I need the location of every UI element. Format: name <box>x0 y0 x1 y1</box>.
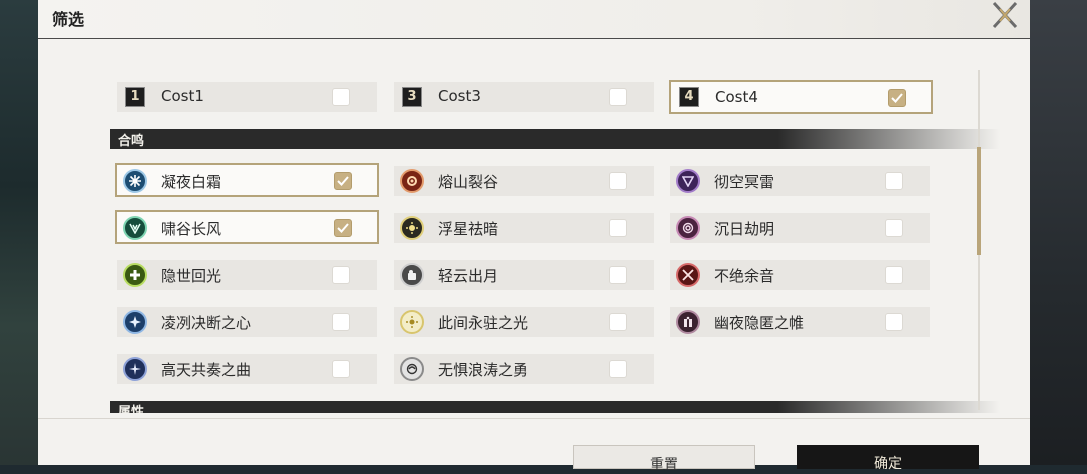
sonata-option[interactable]: 浮星祛暗 <box>394 213 654 243</box>
cost-option-1[interactable]: 1 Cost1 <box>117 82 377 112</box>
option-label: Cost3 <box>438 87 481 105</box>
cost-badge: 3 <box>402 87 422 107</box>
cost-badge: 4 <box>679 87 699 107</box>
panel-header: 筛选 <box>38 0 1030 39</box>
option-label: 啸谷长风 <box>161 220 222 238</box>
checkbox[interactable] <box>885 172 903 190</box>
sky-icon <box>123 357 147 381</box>
sonata-option[interactable]: 沉日劫明 <box>670 213 930 243</box>
close-icon <box>992 1 1018 29</box>
sonata-option[interactable]: 隐世回光 <box>117 260 377 290</box>
checkbox[interactable] <box>332 313 350 331</box>
cost-option-4[interactable]: 4 Cost4 <box>669 80 933 114</box>
option-label: 轻云出月 <box>438 267 499 285</box>
option-label: 熔山裂谷 <box>438 173 499 191</box>
section-attribute: 属性 <box>110 401 1000 413</box>
frost-star-icon <box>123 310 147 334</box>
wind-icon <box>123 216 147 240</box>
checkbox[interactable] <box>332 266 350 284</box>
option-label: 彻空冥雷 <box>714 173 775 191</box>
check-icon <box>891 93 903 103</box>
sonata-option[interactable]: 幽夜隐匿之帷 <box>670 307 930 337</box>
option-label: 无惧浪涛之勇 <box>438 361 529 379</box>
checkbox[interactable] <box>609 360 627 378</box>
sonata-option[interactable]: 轻云出月 <box>394 260 654 290</box>
sonata-option[interactable]: 凌冽决断之心 <box>117 307 377 337</box>
checkbox[interactable] <box>885 266 903 284</box>
checkbox[interactable] <box>609 313 627 331</box>
cost-badge: 1 <box>125 87 145 107</box>
checkbox[interactable] <box>885 313 903 331</box>
option-label: Cost4 <box>715 88 758 106</box>
reset-button[interactable]: 重置 <box>573 445 755 473</box>
star-icon <box>400 216 424 240</box>
sonata-option[interactable]: 彻空冥雷 <box>670 166 930 196</box>
sun-icon <box>400 310 424 334</box>
checkbox[interactable] <box>332 360 350 378</box>
checkbox[interactable] <box>609 266 627 284</box>
option-label: 浮星祛暗 <box>438 220 499 238</box>
heal-icon <box>123 263 147 287</box>
option-label: 凝夜白霜 <box>161 173 222 191</box>
option-label: 高天共奏之曲 <box>161 361 252 379</box>
panel-title: 筛选 <box>52 10 85 29</box>
option-label: Cost1 <box>161 87 204 105</box>
background-left <box>0 0 40 465</box>
background-right <box>1027 0 1087 465</box>
checkbox[interactable] <box>332 88 350 106</box>
sonata-option[interactable]: 熔山裂谷 <box>394 166 654 196</box>
cloud-icon <box>400 263 424 287</box>
filter-panel: 筛选 1 Cost1 3 Cost3 4 Cost4 合鸣 凝夜白霜 熔山裂谷 … <box>38 0 1030 473</box>
section-sonata: 合鸣 <box>110 129 1000 149</box>
checkbox-checked[interactable] <box>888 89 906 107</box>
sonata-option[interactable]: 啸谷长风 <box>115 210 379 244</box>
sonata-option[interactable]: 凝夜白霜 <box>115 163 379 197</box>
option-label: 此间永驻之光 <box>438 314 529 332</box>
confirm-button[interactable]: 确定 <box>797 445 979 472</box>
swords-icon <box>676 263 700 287</box>
wave-icon <box>400 357 424 381</box>
sonata-option[interactable]: 此间永驻之光 <box>394 307 654 337</box>
thunder-icon <box>676 169 700 193</box>
sonata-option[interactable]: 无惧浪涛之勇 <box>394 354 654 384</box>
check-icon <box>337 176 349 186</box>
close-button[interactable] <box>988 0 1022 30</box>
veil-icon <box>676 310 700 334</box>
divider <box>38 418 1030 419</box>
sonata-option[interactable]: 不绝余音 <box>670 260 930 290</box>
checkbox-checked[interactable] <box>334 219 352 237</box>
cost-option-3[interactable]: 3 Cost3 <box>394 82 654 112</box>
sonata-option[interactable]: 高天共奏之曲 <box>117 354 377 384</box>
frost-icon <box>123 169 147 193</box>
check-icon <box>337 223 349 233</box>
scrollbar-thumb[interactable] <box>977 147 981 255</box>
checkbox[interactable] <box>609 88 627 106</box>
option-label: 沉日劫明 <box>714 220 775 238</box>
option-label: 隐世回光 <box>161 267 222 285</box>
checkbox-checked[interactable] <box>334 172 352 190</box>
option-label: 凌冽决断之心 <box>161 314 252 332</box>
checkbox[interactable] <box>885 219 903 237</box>
section-title: 合鸣 <box>118 134 145 149</box>
swirl-icon <box>676 216 700 240</box>
option-label: 不绝余音 <box>714 267 775 285</box>
option-label: 幽夜隐匿之帷 <box>714 314 805 332</box>
section-title: 属性 <box>118 405 145 413</box>
flame-icon <box>400 169 424 193</box>
checkbox[interactable] <box>609 219 627 237</box>
checkbox[interactable] <box>609 172 627 190</box>
